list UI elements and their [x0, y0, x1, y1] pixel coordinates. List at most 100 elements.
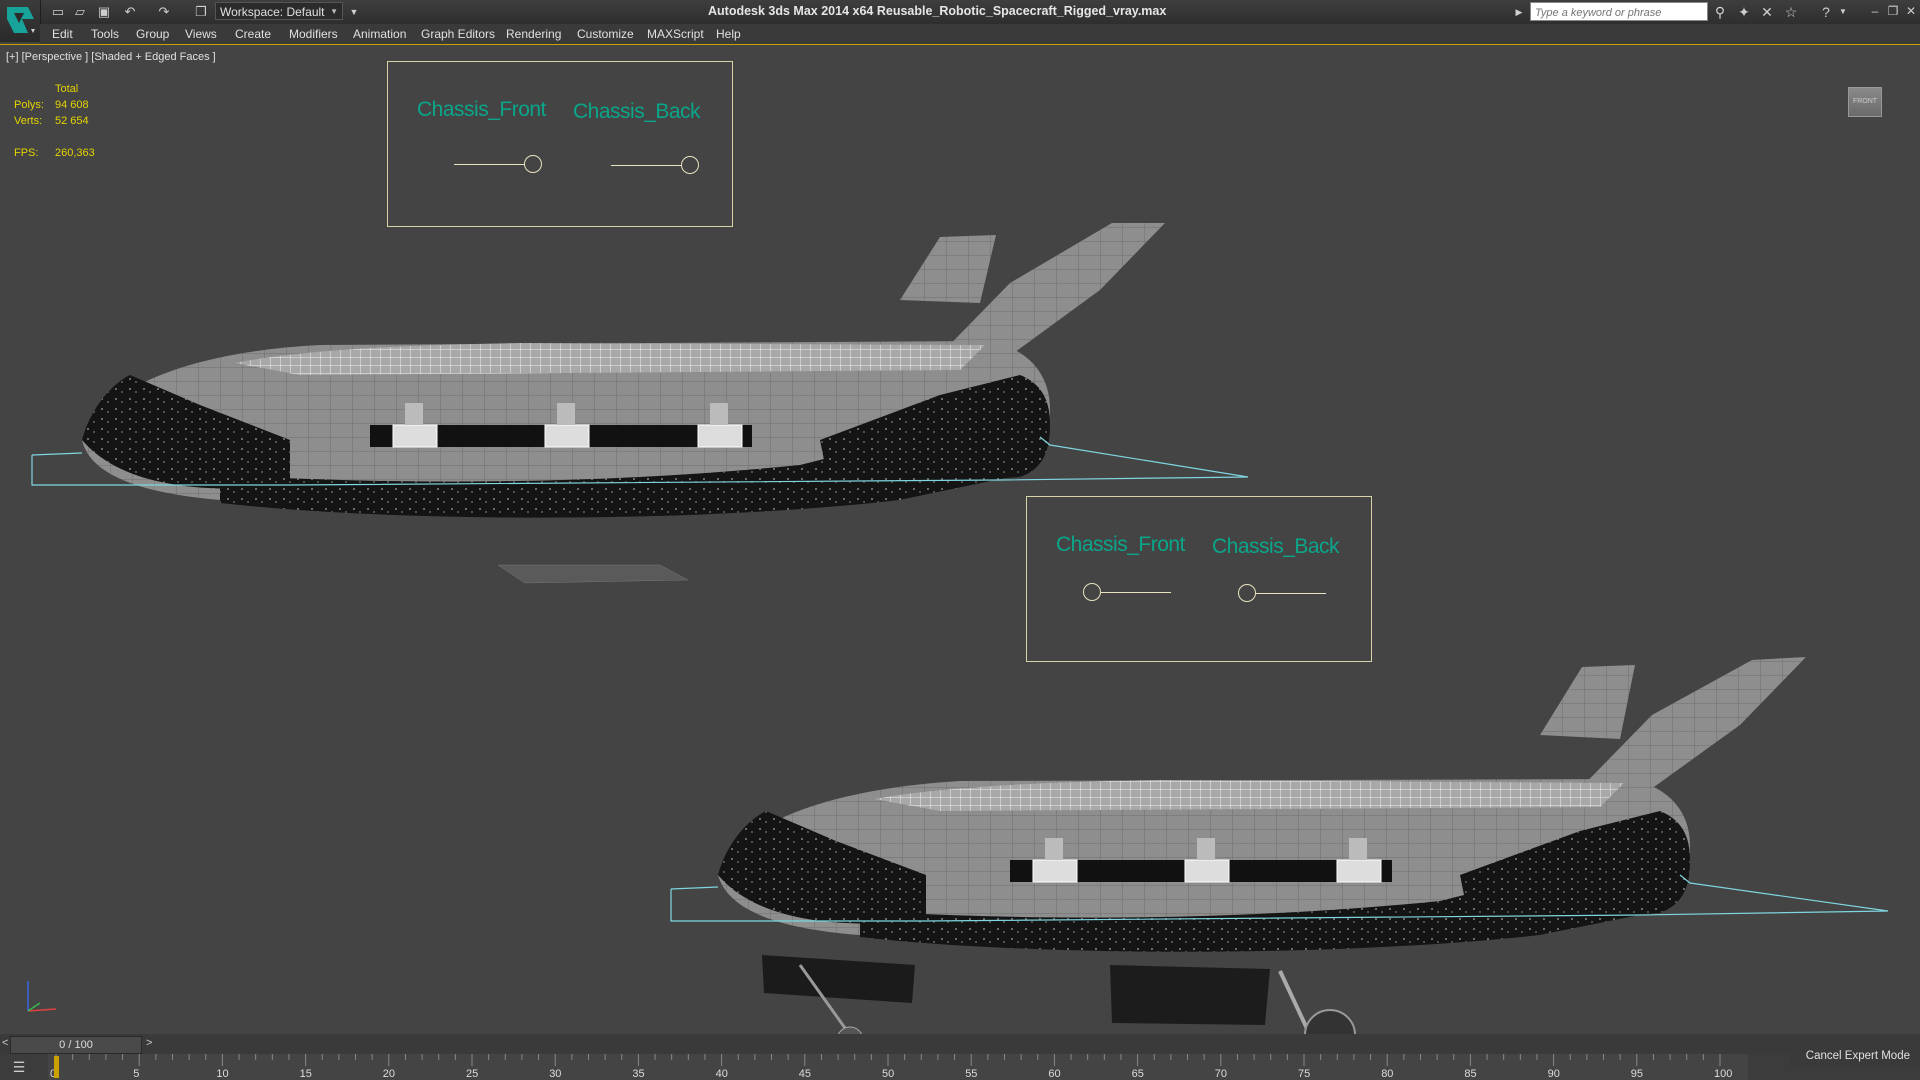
menu-bar: Edit Tools Group Views Create Modifiers …: [40, 24, 1920, 45]
chevron-down-icon: ▼: [330, 7, 338, 16]
search-box[interactable]: [1530, 2, 1708, 22]
spacecraft-2-front-gear-door[interactable]: [762, 955, 915, 1003]
3dsmax-logo-icon: [7, 7, 35, 33]
frame-tick-label: 100: [1714, 1068, 1733, 1080]
chassis-back-label: Chassis_Back: [1212, 535, 1340, 558]
frame-tick-label: 90: [1547, 1068, 1560, 1080]
expand-search-icon[interactable]: ▶: [1510, 3, 1528, 21]
subscription-icon[interactable]: ✦: [1735, 3, 1753, 21]
menu-maxscript[interactable]: MAXScript: [647, 27, 704, 41]
favorites-star-icon[interactable]: ☆: [1782, 3, 1800, 21]
close-icon[interactable]: ✕: [1904, 3, 1918, 19]
workspace-dropdown[interactable]: Workspace: Default ▼: [215, 2, 343, 20]
axis-tripod-icon: [27, 981, 57, 1012]
frame-tick-label: 70: [1214, 1068, 1228, 1080]
time-slider-next-button[interactable]: >: [146, 1037, 152, 1049]
chassis-back-slider-knob[interactable]: [1238, 584, 1256, 602]
chassis-control-panel-2[interactable]: Chassis_Front Chassis_Back: [1026, 496, 1372, 662]
menu-help[interactable]: Help: [716, 27, 741, 41]
help-dropdown-icon[interactable]: ▼: [1834, 3, 1852, 21]
frame-tick-label: 60: [1048, 1068, 1061, 1080]
spacecraft-2-hinge-1-top: [1045, 838, 1063, 860]
spacecraft-2-helper-edge: [670, 886, 719, 890]
current-frame-marker[interactable]: [54, 1056, 59, 1078]
redo-icon[interactable]: ↷: [156, 4, 172, 20]
project-folder-icon[interactable]: ❐: [193, 4, 209, 20]
frame-tick-label: 50: [882, 1068, 895, 1080]
menu-animation[interactable]: Animation: [353, 27, 406, 41]
open-file-icon[interactable]: ▱: [72, 4, 88, 20]
spacecraft-1-vertical-fin[interactable]: [900, 235, 996, 303]
frame-tick-label: 10: [216, 1068, 229, 1080]
frame-tick-label: 80: [1381, 1068, 1394, 1080]
menu-edit[interactable]: Edit: [52, 27, 73, 41]
title-bar: ▭ ▱ ▣ ↶ ↷ ❐ Workspace: Default ▼ ▼ Autod…: [0, 0, 1920, 24]
new-file-icon[interactable]: ▭: [50, 4, 66, 20]
spacecraft-2-hinge-3[interactable]: [1336, 859, 1382, 883]
spacecraft-1-hinge-1[interactable]: [392, 424, 438, 448]
frame-tick-label: 30: [549, 1068, 562, 1080]
workspace-label: Workspace: Default: [220, 5, 325, 19]
spacecraft-2-vertical-fin[interactable]: [1540, 665, 1635, 739]
frame-tick-label: 5: [133, 1068, 140, 1080]
frame-tick-label: 40: [715, 1068, 728, 1080]
scene-geometry[interactable]: [0, 45, 1920, 1035]
track-area[interactable]: 0510152025303540455055606570758085909510…: [48, 1054, 1748, 1080]
communication-center-icon[interactable]: ✕: [1758, 3, 1776, 21]
restore-icon[interactable]: ❐: [1886, 3, 1900, 19]
chassis-front-slider-knob[interactable]: [524, 155, 542, 173]
menu-customize[interactable]: Customize: [577, 27, 634, 41]
spacecraft-2-hinge-2[interactable]: [1184, 859, 1230, 883]
chassis-front-slider-knob[interactable]: [1083, 583, 1101, 601]
menu-create[interactable]: Create: [235, 27, 271, 41]
help-icon[interactable]: ?: [1817, 3, 1835, 21]
chassis-front-label: Chassis_Front: [417, 98, 546, 121]
time-slider[interactable]: 0 / 100: [10, 1036, 142, 1054]
minimize-icon[interactable]: –: [1868, 3, 1882, 19]
track-bar[interactable]: ☰ 05101520253035404550556065707580859095…: [0, 1054, 1920, 1080]
menu-graph-editors[interactable]: Graph Editors: [421, 27, 495, 41]
frame-tick-label: 25: [466, 1068, 479, 1080]
chassis-front-label: Chassis_Front: [1056, 533, 1185, 556]
spacecraft-1-hinge-3[interactable]: [697, 424, 743, 448]
frame-tick-label: 65: [1131, 1068, 1144, 1080]
chassis-back-label: Chassis_Back: [573, 100, 701, 123]
chassis-front-slider-track: [1101, 592, 1171, 593]
frame-tick-label: 35: [632, 1068, 645, 1080]
save-file-icon[interactable]: ▣: [96, 4, 112, 20]
spacecraft-2-hinge-1[interactable]: [1032, 859, 1078, 883]
spacecraft-2-main-wheel[interactable]: [1304, 1009, 1356, 1035]
search-input[interactable]: [1531, 4, 1707, 22]
chassis-back-slider-track: [1256, 593, 1326, 594]
spacecraft-2-hinge-2-top: [1197, 838, 1215, 860]
customize-quick-access-icon[interactable]: ▼: [346, 4, 362, 20]
perspective-viewport[interactable]: [+] [Perspective ] [Shaded + Edged Faces…: [0, 44, 1920, 1035]
frame-tick-label: 95: [1630, 1068, 1644, 1080]
landing-gear-shadow-plane[interactable]: [497, 564, 689, 584]
open-mini-curve-editor-icon[interactable]: ☰: [8, 1058, 30, 1076]
spacecraft-1-hinge-1-top: [405, 403, 423, 425]
menu-views[interactable]: Views: [185, 27, 217, 41]
menu-modifiers[interactable]: Modifiers: [289, 27, 338, 41]
application-button[interactable]: [0, 0, 41, 42]
undo-icon[interactable]: ↶: [122, 4, 138, 20]
spacecraft-2-main-gear-door[interactable]: [1110, 965, 1270, 1025]
chassis-front-slider-track: [454, 164, 524, 165]
spacecraft-model-1[interactable]: [31, 223, 1249, 518]
menu-group[interactable]: Group: [136, 27, 169, 41]
frame-tick-label: 85: [1464, 1068, 1477, 1080]
menu-tools[interactable]: Tools: [91, 27, 119, 41]
time-slider-prev-button[interactable]: <: [2, 1037, 8, 1049]
3dsmax-window: ▭ ▱ ▣ ↶ ↷ ❐ Workspace: Default ▼ ▼ Autod…: [0, 0, 1920, 1080]
spacecraft-model-2[interactable]: [670, 657, 1889, 1035]
menu-rendering[interactable]: Rendering: [506, 27, 561, 41]
spacecraft-1-helper-edge: [31, 452, 83, 456]
chassis-back-slider-knob[interactable]: [681, 156, 699, 174]
spacecraft-1-hinge-3-top: [710, 403, 728, 425]
cancel-expert-mode-button[interactable]: Cancel Expert Mode: [1790, 1043, 1920, 1069]
frame-tick-label: 15: [299, 1068, 312, 1080]
binoculars-icon[interactable]: ⚲: [1711, 3, 1729, 21]
frame-tick-label: 55: [965, 1068, 978, 1080]
chassis-control-panel-1[interactable]: Chassis_Front Chassis_Back: [387, 61, 733, 227]
spacecraft-1-hinge-2[interactable]: [544, 424, 590, 448]
